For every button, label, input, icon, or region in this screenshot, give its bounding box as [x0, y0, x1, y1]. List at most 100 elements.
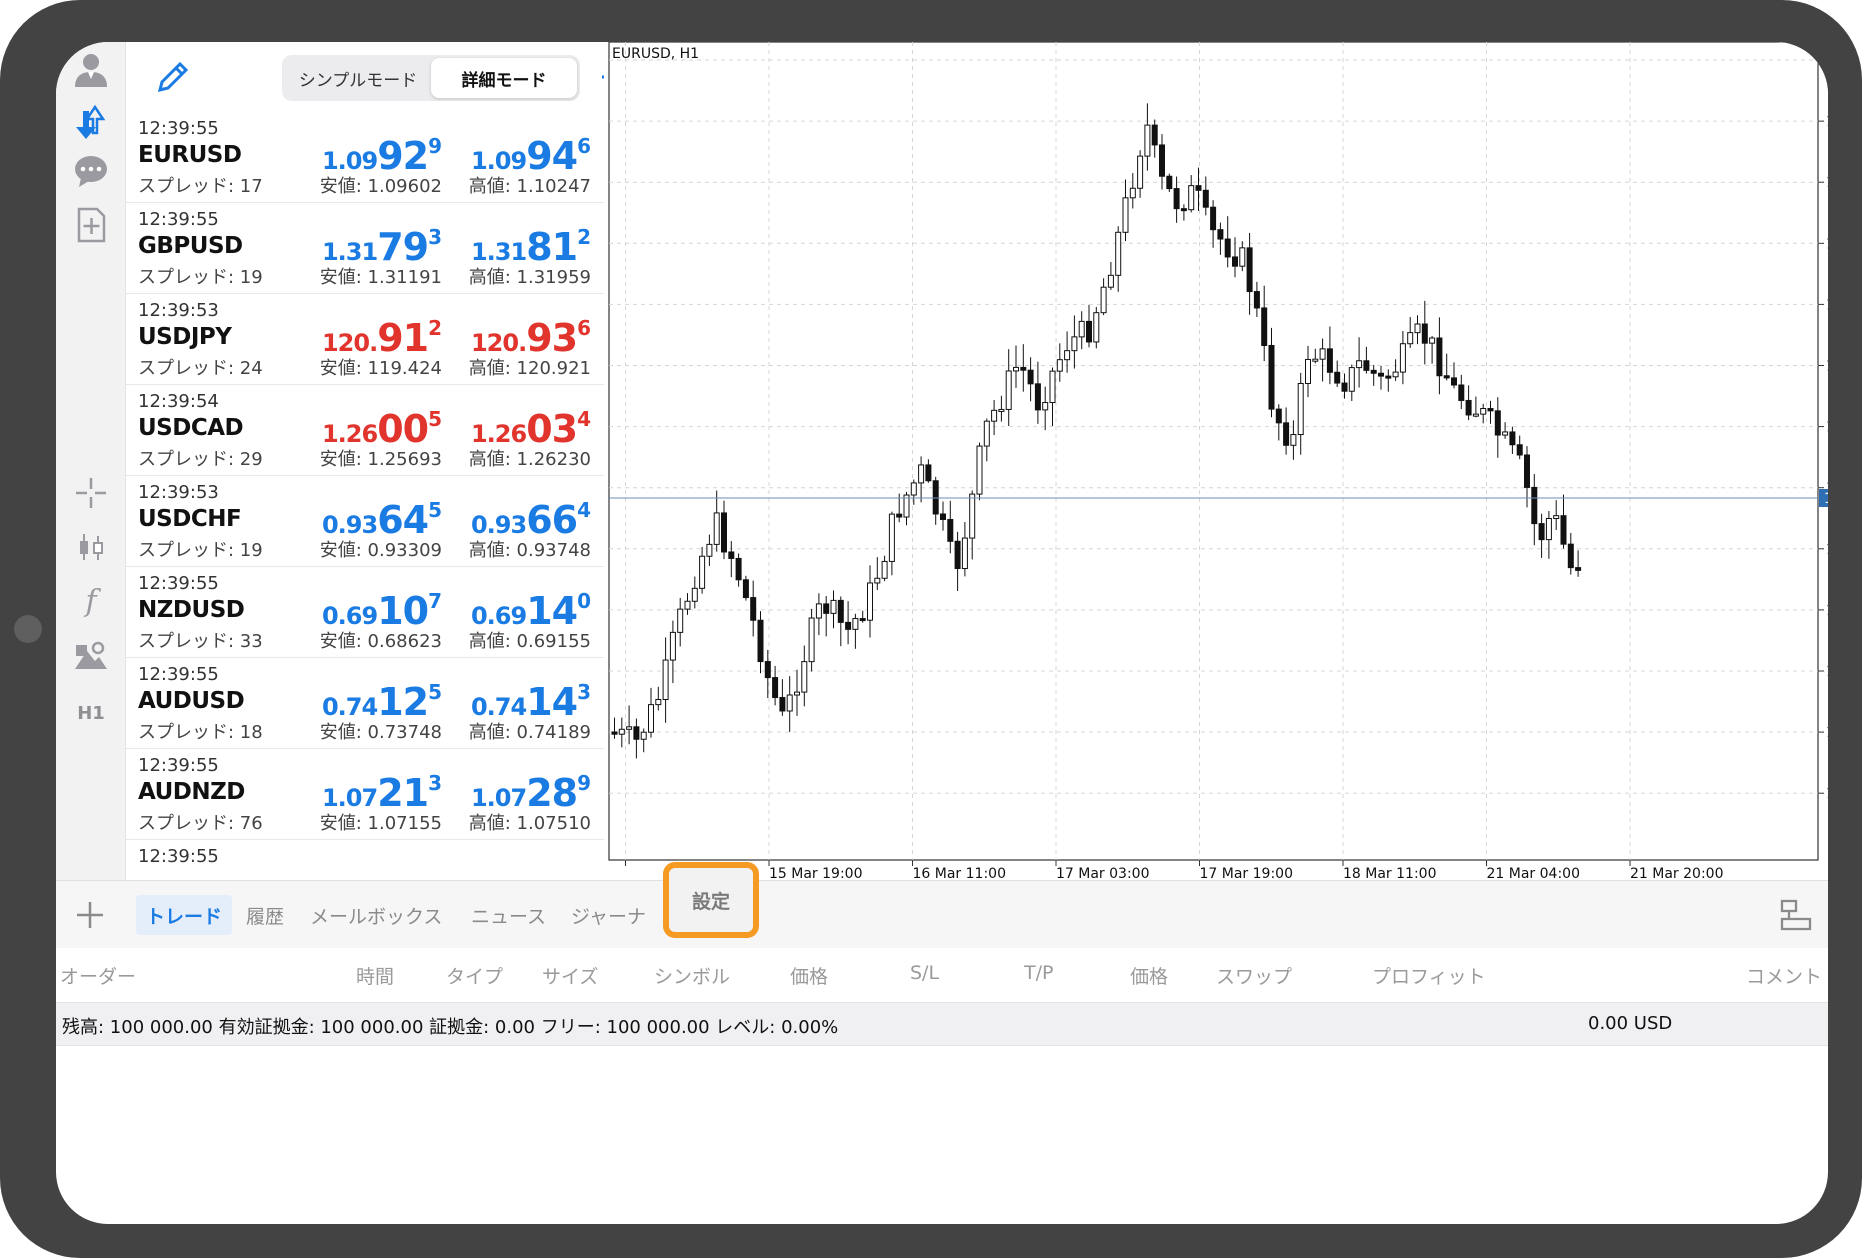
column-header[interactable]: 価格: [790, 962, 828, 989]
quote-low: 安値: 1.07155: [319, 813, 442, 834]
quote-high: 高値: 1.26230: [468, 449, 591, 470]
bid-price-fraction: 2: [428, 316, 442, 340]
ask-price-big-figure: 1.07: [470, 784, 527, 812]
quote-row[interactable]: 12:39:55 GBPUSD スプレッド: 19 1.31793 1.31812 安値:…: [126, 203, 604, 294]
tab-history[interactable]: 履歴: [246, 895, 284, 935]
candle-body: [1107, 274, 1114, 288]
plot-area: [608, 42, 1819, 861]
column-header[interactable]: 価格: [1130, 962, 1168, 989]
quote-row[interactable]: 12:39:55: [126, 840, 604, 880]
quote-row[interactable]: 12:39:54 USDCAD スプレッド: 29 1.26005 1.26034 安値:…: [126, 385, 604, 476]
candle-body: [1042, 402, 1049, 411]
candle-body: [1487, 408, 1494, 412]
candle-body: [1020, 366, 1027, 371]
candle-body: [1122, 197, 1129, 233]
column-header[interactable]: T/P: [1024, 962, 1053, 984]
candle-body: [742, 579, 749, 599]
tab-settings-highlight[interactable]: 設定: [663, 862, 759, 938]
candle-body: [1188, 185, 1195, 211]
candle-body: [662, 659, 669, 700]
price-axis-label: 1.10530: [1826, 359, 1828, 375]
detail-mode-button[interactable]: 詳細モード: [431, 58, 577, 98]
objects-icon[interactable]: [68, 634, 114, 680]
quote-high: 高値: 120.921: [468, 358, 591, 379]
column-header[interactable]: 時間: [356, 962, 394, 989]
candle-body: [1567, 543, 1574, 569]
column-header[interactable]: プロフィット: [1372, 962, 1486, 989]
candle-body: [1553, 515, 1560, 520]
candle-body: [1144, 124, 1151, 157]
ask-price-fraction: 6: [577, 134, 591, 158]
chat-icon[interactable]: [68, 148, 114, 194]
ask-price-big-figure: 120.: [470, 329, 527, 357]
column-header[interactable]: スワップ: [1216, 962, 1292, 989]
candle-body: [1034, 383, 1041, 411]
column-header[interactable]: オーダー: [60, 962, 136, 989]
candle-body: [728, 551, 735, 559]
function-icon[interactable]: f: [68, 578, 114, 624]
candle-body: [1151, 124, 1158, 146]
price-chart[interactable]: 1.11355 1.11190 1.11025 1.10860 1.10695 1.105…: [604, 42, 1828, 882]
candle-body: [859, 618, 866, 622]
candle-body: [1545, 518, 1552, 541]
candle-body: [1078, 320, 1085, 338]
tab-settings[interactable]: 設定: [692, 887, 730, 914]
quote-row[interactable]: 12:39:53 USDCHF スプレッド: 19 0.93645 0.93664 安値:…: [126, 476, 604, 567]
chart-panel[interactable]: 1.11355 1.11190 1.11025 1.10860 1.10695 1.105…: [604, 42, 1828, 882]
column-header[interactable]: コメント: [1746, 962, 1822, 989]
candle-body: [1129, 187, 1136, 199]
trade-arrows-icon[interactable]: [68, 100, 114, 146]
candle-body: [947, 518, 954, 542]
quote-symbol: USDCHF: [138, 506, 242, 532]
layout-icon[interactable]: [1778, 897, 1814, 933]
candle-body: [910, 482, 917, 496]
quote-low: 安値: 1.31191: [319, 267, 442, 288]
candle-body: [757, 619, 764, 663]
candle-body: [1224, 238, 1231, 258]
bid-price-big-figure: 120.: [321, 329, 378, 357]
quote-row[interactable]: 12:39:53 USDJPY スプレッド: 24 120.912 120.936 安値:…: [126, 294, 604, 385]
add-document-icon[interactable]: [68, 202, 114, 248]
quote-row[interactable]: 12:39:55 AUDUSD スプレッド: 18 0.74125 0.74143 安値:…: [126, 658, 604, 749]
quote-low: 安値: 0.73748: [319, 722, 442, 743]
candle-body: [1494, 410, 1501, 436]
candle-body: [823, 603, 830, 614]
quote-time: 12:39:55: [138, 846, 219, 867]
candle-body: [786, 694, 793, 712]
chart-title: EURUSD, H1: [612, 46, 700, 62]
candle-body: [1056, 359, 1063, 372]
tab-journal[interactable]: ジャーナ: [571, 895, 646, 935]
user-icon[interactable]: [68, 46, 114, 92]
column-header[interactable]: サイズ: [542, 962, 598, 989]
simple-mode-button[interactable]: シンプルモード: [285, 58, 431, 98]
candle-body: [1407, 332, 1414, 345]
candle-body: [713, 512, 720, 545]
candle-body: [1005, 370, 1012, 410]
candlestick-icon[interactable]: [68, 524, 114, 570]
candle-body: [1524, 454, 1530, 488]
quote-row[interactable]: 12:39:55 AUDNZD スプレッド: 76 1.07213 1.07289 安値:…: [126, 749, 604, 840]
quote-high: 高値: 0.93748: [468, 540, 591, 561]
tab-news[interactable]: ニュース: [471, 895, 546, 935]
quotes-header: シンプルモード 詳細モード: [126, 42, 628, 112]
candle-body: [1246, 247, 1253, 293]
app-screen: f H1 シンプルモード 詳細モード 12:39:55 EURUSD スプレッド: …: [56, 42, 1828, 1224]
candle-body: [794, 691, 800, 696]
candle-body: [991, 409, 998, 422]
column-header[interactable]: タイプ: [446, 962, 503, 989]
column-header[interactable]: S/L: [910, 962, 939, 984]
quote-row[interactable]: 12:39:55 EURUSD スプレッド: 17 1.09929 1.09946 安値:…: [126, 112, 604, 203]
candle-body: [888, 513, 895, 562]
timeframe-button[interactable]: H1: [68, 690, 114, 736]
tab-trade[interactable]: トレード: [136, 895, 233, 935]
tab-mailbox[interactable]: メールボックス: [310, 895, 442, 935]
crosshair-icon[interactable]: [68, 470, 114, 516]
add-order-icon[interactable]: [70, 895, 110, 935]
edit-pencil-icon[interactable]: [150, 54, 196, 100]
quote-row[interactable]: 12:39:55 NZDUSD スプレッド: 33 0.69107 0.69140 安値:…: [126, 567, 604, 658]
tool-strip: f H1: [56, 42, 126, 880]
candle-body: [772, 677, 779, 699]
column-header[interactable]: シンボル: [654, 962, 730, 989]
quote-time: 12:39:55: [138, 209, 219, 230]
price-axis-label: 1.11355: [1826, 53, 1828, 69]
